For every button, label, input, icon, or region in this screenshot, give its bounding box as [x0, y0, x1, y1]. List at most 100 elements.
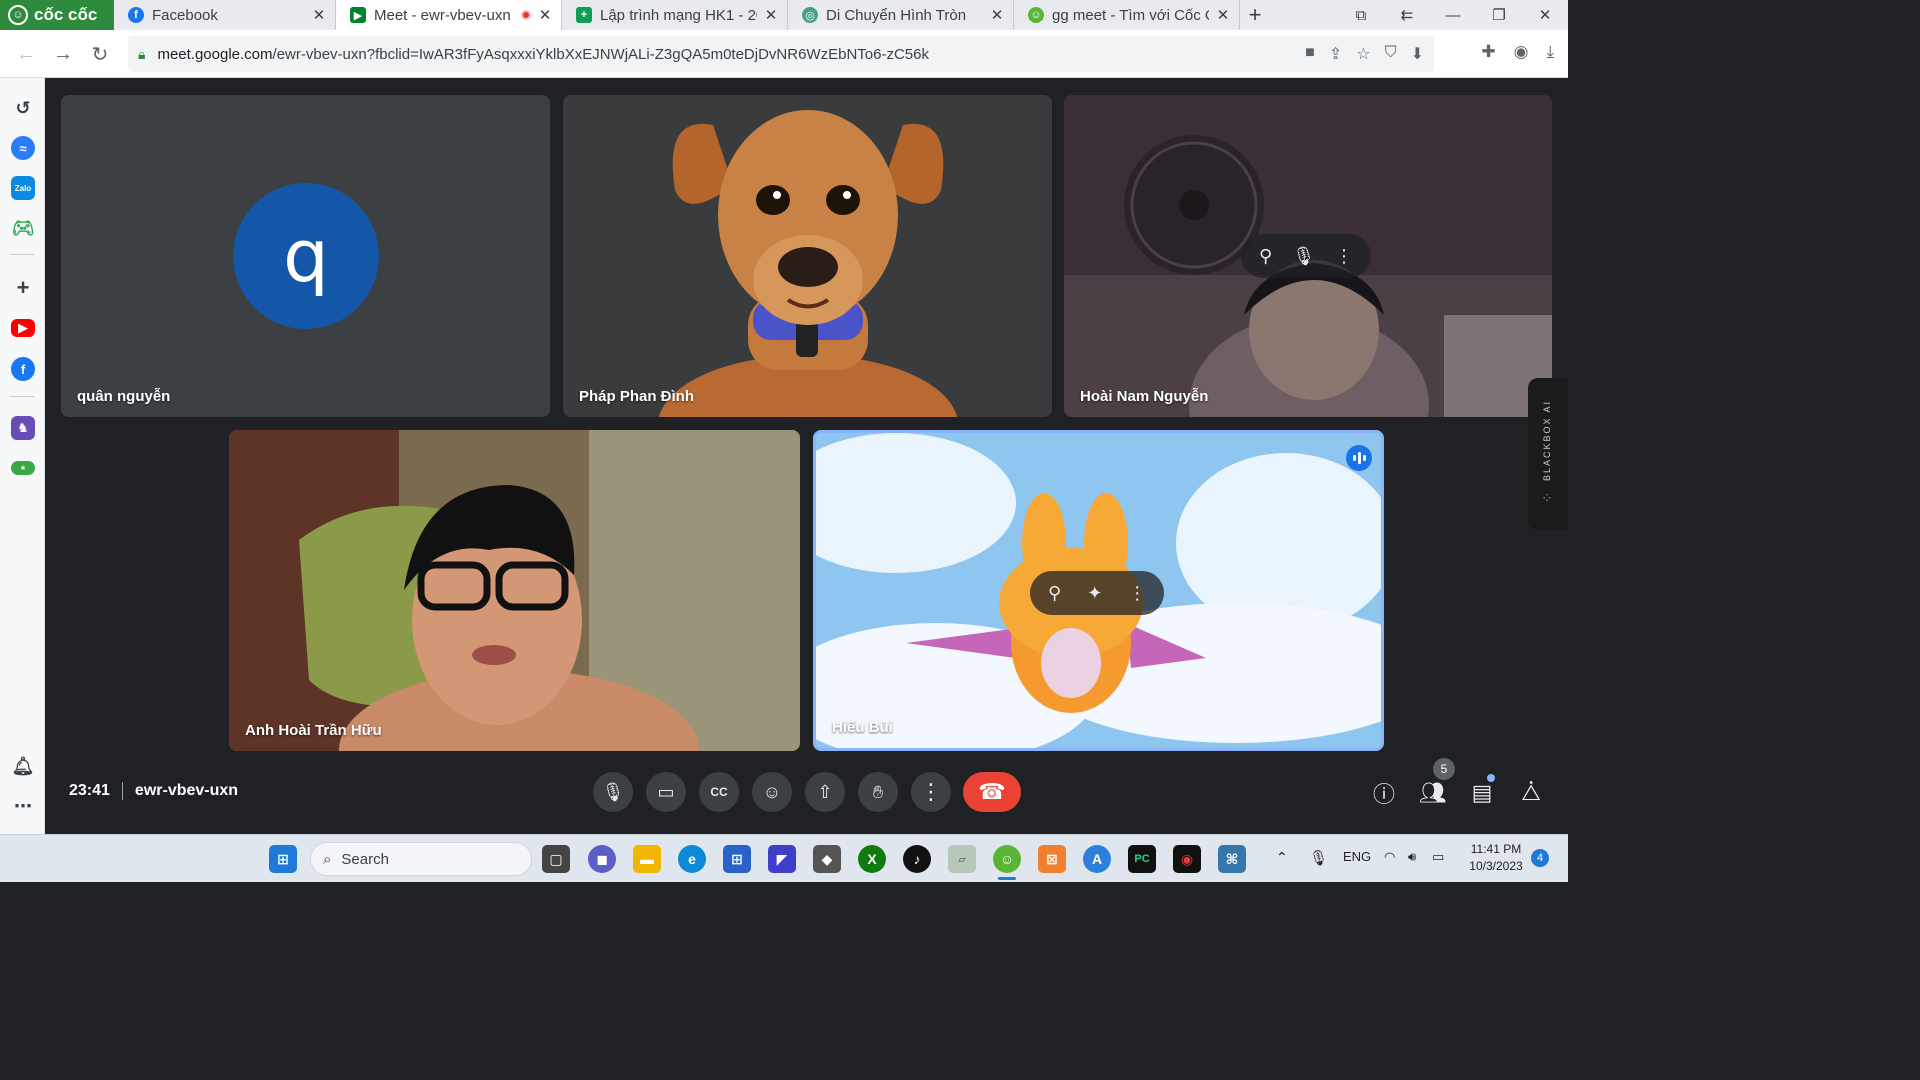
participant-tile-active-speaker[interactable]: ⚲ ✦ ⋮ Hiếu Bùi	[813, 430, 1384, 751]
chat-notification-dot	[1487, 774, 1495, 782]
search-icon: ⌕	[323, 850, 332, 868]
coccoc-search-icon: ☺	[1028, 7, 1044, 23]
activities-button[interactable]: ⧊	[1516, 778, 1546, 808]
shield-icon[interactable]: ⛉	[1385, 44, 1397, 64]
file-explorer-icon[interactable]: ▬	[633, 845, 661, 873]
heineken-icon[interactable]: ★	[11, 461, 35, 475]
bookmark-star-icon[interactable]: ☆	[1356, 44, 1370, 64]
present-screen-button[interactable]: ⇧	[805, 772, 845, 812]
windows-start-icon[interactable]: ⊞	[269, 845, 297, 873]
battery-icon[interactable]: ▭	[1432, 849, 1444, 865]
game-controller-icon[interactable]: 🎮︎	[11, 216, 35, 240]
share-icon[interactable]: ⇪	[1329, 44, 1342, 64]
leave-call-button[interactable]: ☎︎	[963, 772, 1021, 812]
lock-icon[interactable]: 🔒︎	[138, 46, 145, 63]
blackbox-label: BLACKBOX AI	[1542, 400, 1552, 482]
task-view-icon[interactable]: ▢	[542, 845, 570, 873]
tab-di-chuyen[interactable]: ◎ Di Chuyển Hình Tròn ✕	[788, 0, 1014, 30]
forward-button[interactable]: →	[45, 36, 81, 72]
captions-button[interactable]: CC	[699, 772, 739, 812]
raise-hand-button[interactable]: ✋︎	[858, 772, 898, 812]
tab-search[interactable]: ☺ gg meet - Tìm với Cốc Cố ✕	[1014, 0, 1240, 30]
xampp-icon[interactable]: ⊠	[1038, 845, 1066, 873]
tab-search-icon[interactable]: ⧉	[1338, 0, 1384, 30]
reload-button[interactable]: ↻	[82, 36, 118, 72]
downloads-icon[interactable]: ⤓	[1546, 42, 1554, 62]
camera-in-use-icon[interactable]: ■	[1305, 44, 1315, 64]
garena-icon[interactable]: ◉	[1173, 845, 1201, 873]
blackbox-ai-side-panel[interactable]: BLACKBOX AI ⁘	[1528, 378, 1568, 530]
visual-effects-sparkle-icon[interactable]: ✦	[1087, 583, 1102, 604]
close-tab-icon[interactable]: ✕	[763, 6, 779, 24]
taskbar-search[interactable]: ⌕ Search	[310, 842, 532, 876]
pin-icon[interactable]: ⚲	[1259, 246, 1272, 267]
tab-facebook[interactable]: f Facebook ✕	[114, 0, 336, 30]
notification-count-badge[interactable]: 4	[1531, 849, 1549, 867]
more-options-icon[interactable]: ⋯	[11, 794, 35, 818]
messenger-icon[interactable]: ≈	[11, 136, 35, 160]
youtube-icon[interactable]: ▶	[11, 319, 35, 337]
facebook-icon[interactable]: f	[11, 357, 35, 381]
wifi-icon[interactable]: ◠	[1384, 849, 1395, 865]
minimize-button[interactable]: —	[1430, 0, 1476, 30]
address-bar[interactable]: 🔒︎ meet.google.com/ewr-vbev-uxn?fbclid=I…	[128, 36, 1434, 72]
pycharm-icon[interactable]: PC	[1128, 845, 1156, 873]
volume-icon[interactable]: 🔊︎	[1408, 849, 1416, 865]
edge-icon[interactable]: e	[678, 845, 706, 873]
app-a-icon[interactable]: A	[1083, 845, 1111, 873]
participant-tile[interactable]: ⚲ 🎙︎ ⋮ Hoài Nam Nguyễn	[1064, 95, 1552, 417]
back-history-icon[interactable]: ⇇	[1384, 0, 1430, 30]
meeting-details-button[interactable]: ⓘ	[1369, 778, 1399, 808]
new-tab-button[interactable]: +	[1240, 0, 1270, 30]
unity-icon[interactable]: ◆	[813, 845, 841, 873]
more-vert-icon[interactable]: ⋮	[1335, 246, 1353, 267]
close-tab-icon[interactable]: ✕	[989, 6, 1005, 24]
participant-name: quân nguyễn	[77, 388, 171, 405]
close-tab-icon[interactable]: ✕	[311, 6, 327, 24]
show-hidden-icons-chevron-up-icon[interactable]: ⌃	[1276, 849, 1288, 866]
reactions-button[interactable]: ☺	[752, 772, 792, 812]
more-options-button[interactable]: ⋮	[911, 772, 951, 812]
close-tab-icon[interactable]: ✕	[1215, 6, 1231, 24]
people-button[interactable]: 👥︎	[1418, 778, 1448, 808]
xbox-icon[interactable]: X	[858, 845, 886, 873]
microsoft-store-icon[interactable]: ⊞	[723, 845, 751, 873]
microphone-tray-icon[interactable]: 🎙︎	[1309, 849, 1328, 867]
extensions-puzzle-icon[interactable]: ✚	[1481, 42, 1495, 62]
zalo-icon[interactable]: Zalo	[11, 176, 35, 200]
restore-button[interactable]: ❐	[1476, 0, 1522, 30]
system-clock[interactable]: 11:41 PM 10/3/2023	[1462, 841, 1530, 875]
game-avatar-icon[interactable]: ♞	[11, 416, 35, 440]
history-icon[interactable]: ↺	[11, 96, 35, 120]
tab-sheets[interactable]: + Lập trình mạng HK1 - 202 ✕	[562, 0, 788, 30]
tab-meet[interactable]: ▶ Meet - ewr-vbev-uxn ✕	[336, 0, 562, 30]
sticky-notes-icon[interactable]: ▱	[948, 845, 976, 873]
download-video-icon[interactable]: ⬇	[1411, 44, 1424, 64]
python-icon[interactable]: ⌘	[1218, 845, 1246, 873]
pin-icon[interactable]: ⚲	[1048, 583, 1061, 604]
input-language[interactable]: ENG	[1343, 849, 1371, 864]
teams-chat-icon[interactable]: ◼	[588, 845, 616, 873]
microphone-button[interactable]: 🎙︎	[593, 772, 633, 812]
windows-taskbar: ⊞ ⌕ Search ▢ ◼ ▬ e ⊞ ◤ ◆ X ♪ ▱ ☺ ⊠ A PC …	[0, 834, 1568, 882]
tile-hover-controls: ⚲ ✦ ⋮	[1030, 571, 1165, 615]
close-tab-icon[interactable]: ✕	[537, 6, 553, 24]
participant-tile[interactable]: Anh Hoài Trần Hữu	[229, 430, 800, 751]
meeting-time: 23:41	[69, 782, 110, 799]
camera-button[interactable]: ▭	[646, 772, 686, 812]
chat-button[interactable]: ▤	[1467, 778, 1497, 808]
mic-icon[interactable]: 🎙︎	[1292, 246, 1315, 267]
back-button[interactable]: ←	[8, 36, 44, 72]
close-window-button[interactable]: ✕	[1522, 0, 1568, 30]
vscode-like-icon[interactable]: ◤	[768, 845, 796, 873]
dog-avatar-video	[659, 110, 957, 417]
coccoc-taskbar-icon[interactable]: ☺	[993, 845, 1021, 873]
notification-bell-icon[interactable]: 🔔︎	[11, 754, 35, 778]
coccoc-menu-button[interactable]: ☺ cốc cốc	[0, 0, 114, 30]
participant-tile[interactable]: q quân nguyễn	[61, 95, 550, 417]
tiktok-icon[interactable]: ♪	[903, 845, 931, 873]
profile-avatar-icon[interactable]: ◉	[1514, 42, 1529, 62]
more-vert-icon[interactable]: ⋮	[1128, 583, 1146, 604]
add-sidebar-item-icon[interactable]: +	[11, 275, 35, 300]
participant-tile[interactable]: Pháp Phan Đình	[563, 95, 1052, 417]
